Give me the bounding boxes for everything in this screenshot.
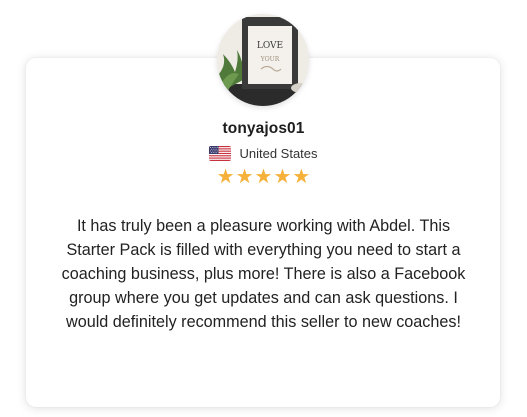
avatar-sign-line-1: LOVE <box>257 41 283 51</box>
avatar-sign-line-2: YOUR <box>260 56 280 63</box>
star-icon: ★ <box>235 164 254 188</box>
review-text: It has truly been a pleasure working wit… <box>61 217 466 331</box>
star-icon: ★ <box>273 164 292 188</box>
reviewer-country-row: United States <box>0 146 527 161</box>
star-icon: ★ <box>254 164 273 188</box>
star-icon: ★ <box>216 164 235 188</box>
star-icon: ★ <box>292 164 311 188</box>
reviewer-username[interactable]: tonyajos01 <box>0 120 527 138</box>
reviewer-country: United States <box>239 146 318 161</box>
avatar-photo: LOVE YOUR <box>217 14 309 106</box>
reviewer-avatar: LOVE YOUR <box>217 14 309 106</box>
us-flag-icon <box>209 146 232 161</box>
star-rating: ★ ★ ★ ★ ★ <box>0 164 527 188</box>
